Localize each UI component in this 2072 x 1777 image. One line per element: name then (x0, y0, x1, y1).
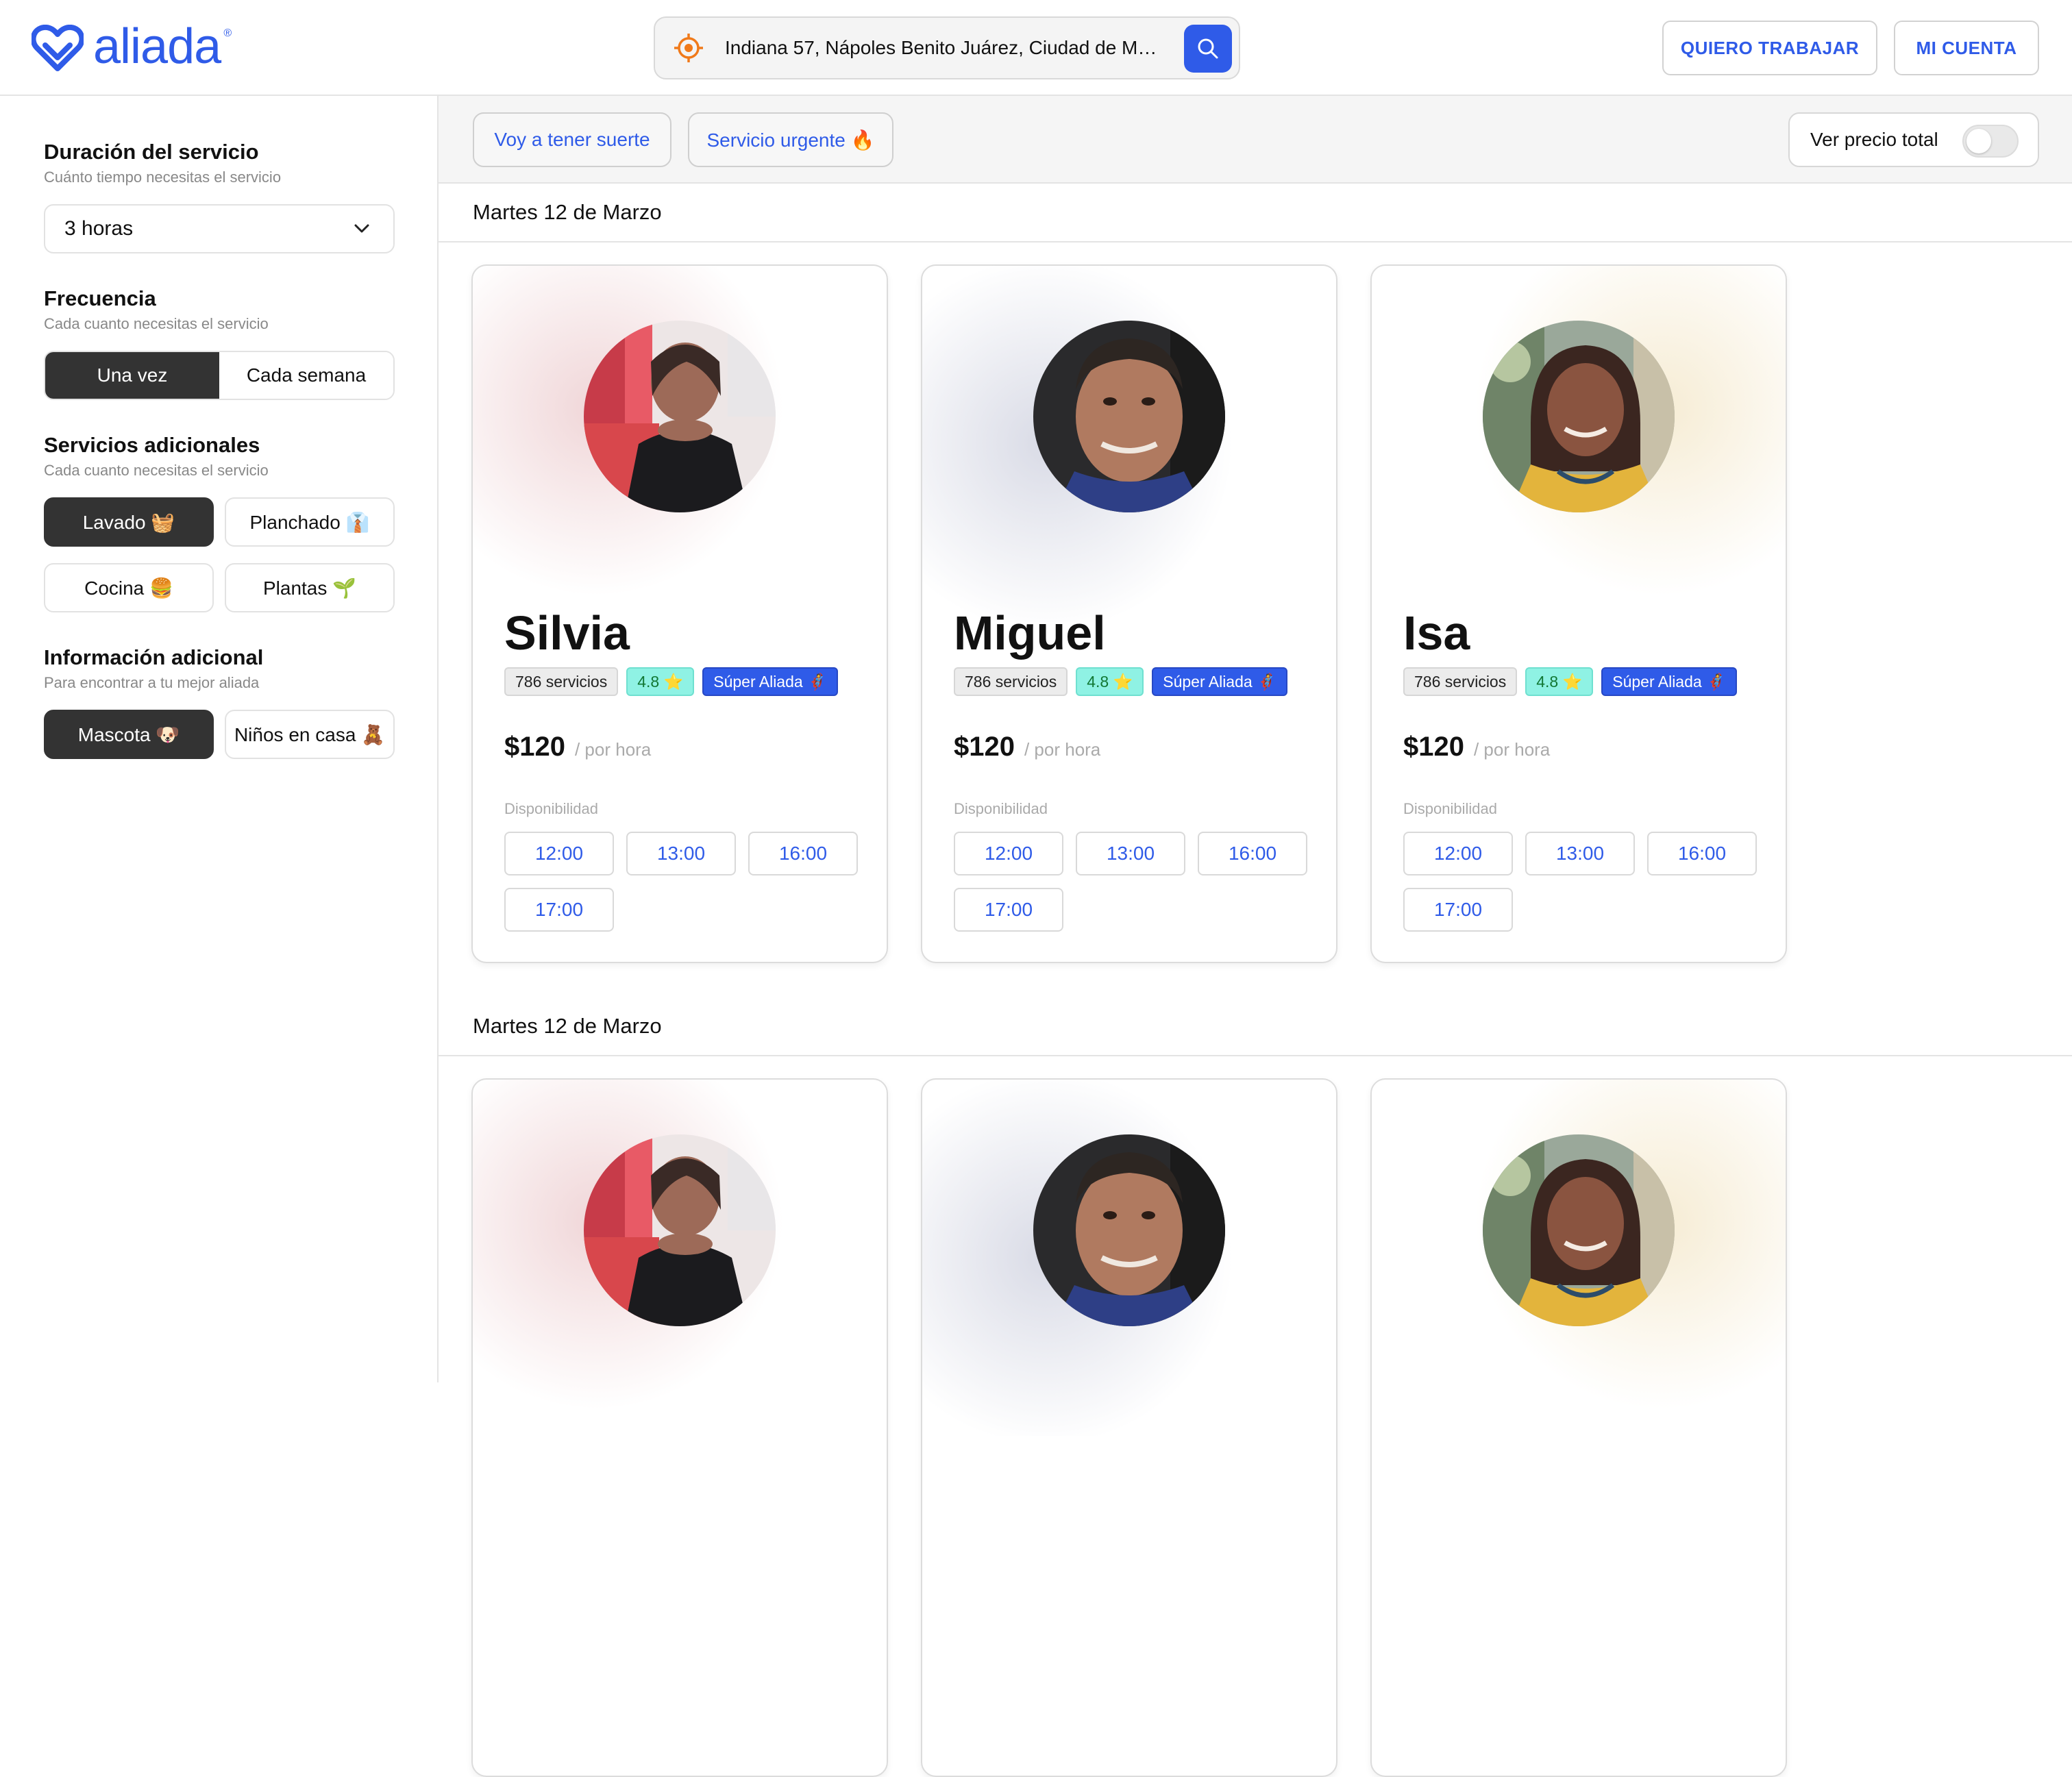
top-header: aliada ® Indiana 57, Nápoles Benito Juár… (0, 0, 2072, 96)
time-slot[interactable]: 12:00 (1403, 832, 1513, 875)
provider-avatar (1033, 1134, 1225, 1326)
time-slots: 12:00 13:00 16:00 17:00 (1403, 832, 1760, 932)
time-slot[interactable]: 13:00 (626, 832, 736, 875)
date-header: Martes 12 de Marzo (439, 184, 2072, 243)
frequency-subtitle: Cada cuanto necesitas el servicio (44, 315, 269, 332)
heart-logo-icon (32, 25, 84, 71)
switch-knob (1966, 129, 1991, 153)
provider-badges: 786 servicios 4.8 ⭐ Súper Aliada 🦸 (1403, 667, 1737, 696)
frequency-once-option[interactable]: Una vez (45, 352, 219, 399)
provider-card[interactable] (921, 1078, 1337, 1777)
duration-value: 3 horas (64, 217, 134, 240)
rating-badge: 4.8 ⭐ (1076, 667, 1144, 696)
super-aliada-badge: Súper Aliada 🦸 (1152, 667, 1287, 696)
duration-subtitle: Cuánto tiempo necesitas el servicio (44, 169, 282, 186)
work-with-us-button[interactable]: QUIERO TRABAJAR (1662, 21, 1877, 75)
filters-sidebar: Duración del servicio Cuánto tiempo nece… (0, 96, 439, 1382)
total-price-toggle-box[interactable]: Ver precio total (1788, 112, 2039, 167)
price-unit: / por hora (1024, 739, 1101, 760)
extra-cooking-chip[interactable]: Cocina 🍔 (44, 563, 214, 612)
rating-badge: 4.8 ⭐ (626, 667, 695, 696)
info-pet-chip[interactable]: Mascota 🐶 (44, 710, 214, 759)
time-slot[interactable]: 16:00 (1647, 832, 1757, 875)
results-toolbar: Voy a tener suerte Servicio urgente 🔥 Ve… (439, 96, 2072, 184)
time-slots: 12:00 13:00 16:00 17:00 (504, 832, 861, 932)
provider-avatar (584, 1134, 776, 1326)
registered-mark: ® (223, 27, 232, 39)
extra-ironing-chip[interactable]: Planchado 👔 (225, 497, 395, 547)
price: $120 / por hora (954, 732, 1100, 762)
provider-avatar (1483, 321, 1675, 512)
provider-card[interactable] (1370, 1078, 1787, 1777)
super-aliada-badge: Súper Aliada 🦸 (1601, 667, 1737, 696)
extras-subtitle: Cada cuanto necesitas el servicio (44, 462, 269, 479)
services-count-badge: 786 servicios (954, 667, 1068, 696)
time-slot[interactable]: 17:00 (1403, 888, 1513, 932)
time-slot[interactable]: 17:00 (954, 888, 1063, 932)
my-account-button[interactable]: MI CUENTA (1894, 21, 2039, 75)
address-search-bar[interactable]: Indiana 57, Nápoles Benito Juárez, Ciuda… (654, 16, 1240, 79)
availability-label: Disponibilidad (954, 800, 1048, 817)
availability-label: Disponibilidad (504, 800, 598, 817)
availability-label: Disponibilidad (1403, 800, 1497, 817)
aliada-logo[interactable]: aliada ® (32, 19, 232, 74)
total-price-label: Ver precio total (1810, 129, 1938, 150)
provider-name: Isa (1403, 606, 1470, 660)
time-slot[interactable]: 12:00 (954, 832, 1063, 875)
chevron-down-icon (354, 224, 369, 233)
provider-card[interactable]: Isa 786 servicios 4.8 ⭐ Súper Aliada 🦸 $… (1370, 264, 1787, 963)
duration-select[interactable]: 3 horas (44, 204, 395, 253)
provider-avatar (1483, 1134, 1675, 1326)
time-slot[interactable]: 17:00 (504, 888, 614, 932)
info-kids-chip[interactable]: Niños en casa 🧸 (225, 710, 395, 759)
time-slot[interactable]: 12:00 (504, 832, 614, 875)
crosshair-location-icon[interactable] (673, 32, 704, 64)
provider-name: Miguel (954, 606, 1106, 660)
extra-laundry-chip[interactable]: Lavado 🧺 (44, 497, 214, 547)
time-slot[interactable]: 13:00 (1076, 832, 1185, 875)
frequency-title: Frecuencia (44, 286, 156, 310)
price-value: $120 (504, 732, 565, 762)
services-count-badge: 786 servicios (504, 667, 619, 696)
provider-name: Silvia (504, 606, 630, 660)
extras-title: Servicios adicionales (44, 433, 260, 457)
feeling-lucky-button[interactable]: Voy a tener suerte (473, 112, 671, 167)
provider-badges: 786 servicios 4.8 ⭐ Súper Aliada 🦸 (954, 667, 1287, 696)
frequency-toggle: Una vez Cada semana (44, 351, 395, 400)
frequency-weekly-option[interactable]: Cada semana (219, 352, 393, 399)
price-value: $120 (1403, 732, 1464, 762)
search-icon (1198, 38, 1218, 59)
price-unit: / por hora (1473, 739, 1551, 760)
rating-badge: 4.8 ⭐ (1525, 667, 1594, 696)
extra-plants-chip[interactable]: Plantas 🌱 (225, 563, 395, 612)
urgent-service-button[interactable]: Servicio urgente 🔥 (688, 112, 893, 167)
price-value: $120 (954, 732, 1015, 762)
time-slot[interactable]: 16:00 (748, 832, 858, 875)
duration-title: Duración del servicio (44, 140, 259, 164)
provider-avatar (584, 321, 776, 512)
time-slot[interactable]: 13:00 (1525, 832, 1635, 875)
total-price-switch[interactable] (1962, 125, 2019, 158)
info-subtitle: Para encontrar a tu mejor aliada (44, 674, 260, 691)
time-slot[interactable]: 16:00 (1198, 832, 1307, 875)
price: $120 / por hora (504, 732, 651, 762)
provider-badges: 786 servicios 4.8 ⭐ Súper Aliada 🦸 (504, 667, 838, 696)
brand-name: aliada (93, 19, 221, 74)
super-aliada-badge: Súper Aliada 🦸 (702, 667, 838, 696)
time-slots: 12:00 13:00 16:00 17:00 (954, 832, 1310, 932)
info-title: Información adicional (44, 645, 264, 669)
price: $120 / por hora (1403, 732, 1550, 762)
date-header: Martes 12 de Marzo (439, 997, 2072, 1056)
provider-card[interactable]: Miguel 786 servicios 4.8 ⭐ Súper Aliada … (921, 264, 1337, 963)
address-input[interactable]: Indiana 57, Nápoles Benito Juárez, Ciuda… (725, 37, 1163, 59)
provider-card[interactable]: Silvia 786 servicios 4.8 ⭐ Súper Aliada … (471, 264, 888, 963)
provider-avatar (1033, 321, 1225, 512)
search-button[interactable] (1184, 25, 1232, 73)
services-count-badge: 786 servicios (1403, 667, 1518, 696)
provider-card[interactable] (471, 1078, 888, 1777)
price-unit: / por hora (574, 739, 652, 760)
